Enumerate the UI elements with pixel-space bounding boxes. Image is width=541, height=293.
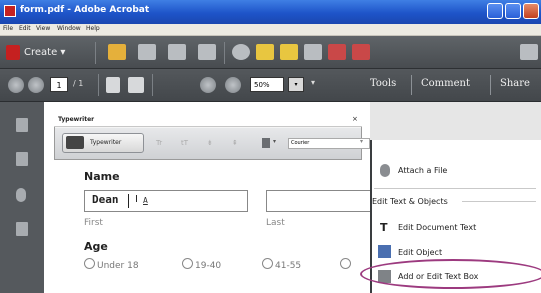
tools-panel-header — [370, 102, 541, 140]
comment-tab[interactable]: Comment — [421, 78, 470, 89]
zoom-level-input[interactable]: 50% — [250, 77, 284, 92]
tools-tab[interactable]: Tools — [370, 78, 396, 89]
acrobat-app-icon — [4, 5, 16, 17]
highlight-oval — [360, 259, 541, 289]
menu-bar — [0, 24, 541, 36]
toolbar-divider — [490, 75, 491, 95]
attachments-paperclip-icon[interactable] — [16, 188, 26, 202]
menu-view[interactable]: View — [36, 25, 50, 32]
window-title: form.pdf - Adobe Acrobat — [20, 5, 150, 15]
create-pdf-icon — [6, 44, 20, 60]
toolbar-divider — [411, 75, 412, 95]
radio-icon — [340, 258, 351, 269]
toolbar-divider — [152, 74, 153, 96]
combine-pdf-icon[interactable] — [352, 44, 370, 60]
open-folder-icon[interactable] — [108, 44, 126, 60]
font-selector[interactable]: Courier — [288, 138, 370, 149]
age-radio-under-18[interactable]: Under 18 — [84, 258, 139, 271]
first-hint: First — [84, 218, 103, 228]
zoom-dropdown-icon[interactable]: ▾ — [288, 77, 304, 92]
increase-text-size-icon: tT — [181, 139, 189, 147]
menu-window[interactable]: Window — [57, 25, 81, 32]
text-color-icon[interactable] — [262, 138, 270, 148]
radio-icon — [84, 258, 95, 269]
name-label: Name — [84, 170, 120, 183]
toolbar-divider — [224, 42, 225, 64]
comment-bubble-icon[interactable] — [256, 44, 274, 60]
typewriter-text-insert: A — [143, 196, 148, 205]
page-thumbnails-icon[interactable] — [16, 118, 28, 132]
typewriter-button-label: Typewriter — [90, 139, 122, 146]
toolbar-options-icon[interactable]: ▾ — [311, 78, 315, 87]
print-icon[interactable] — [168, 44, 186, 60]
settings-gear-icon[interactable] — [232, 44, 250, 60]
edit-text-objects-heading[interactable]: Edit Text & Objects — [372, 197, 448, 206]
minimize-button[interactable] — [487, 3, 503, 19]
title-bar-content: form.pdf - Adobe Acrobat — [0, 0, 541, 24]
typewriter-toolbar-title: Typewriter — [58, 116, 95, 123]
select-cursor-icon[interactable] — [106, 77, 120, 93]
age-option-label: 41-55 — [275, 261, 302, 271]
page-number-input[interactable]: 1 — [50, 77, 68, 92]
edit-object-icon — [378, 245, 391, 258]
menu-file[interactable]: File — [3, 25, 13, 32]
stamp-icon[interactable] — [304, 44, 322, 60]
export-pdf-icon[interactable] — [328, 44, 346, 60]
previous-page-button[interactable] — [8, 77, 24, 93]
next-page-button[interactable] — [28, 77, 44, 93]
ibeam-cursor-icon: I — [135, 194, 138, 205]
toolbar-divider — [95, 42, 96, 64]
email-icon[interactable] — [198, 44, 216, 60]
decrease-line-spacing-icon: ⇟ — [207, 139, 213, 147]
last-hint: Last — [266, 218, 285, 228]
first-name-value: Dean — [92, 193, 119, 206]
age-option-label: Under 18 — [97, 261, 139, 271]
text-cursor — [128, 194, 129, 208]
chevron-down-icon: ▾ — [57, 47, 66, 58]
menu-edit[interactable]: Edit — [19, 25, 31, 32]
age-radio-41-55[interactable]: 41-55 — [262, 258, 301, 271]
bookmarks-icon[interactable] — [16, 152, 28, 166]
save-icon[interactable] — [138, 44, 156, 60]
edit-document-text-item[interactable]: Edit Document Text — [398, 223, 476, 232]
menu-help[interactable]: Help — [86, 25, 100, 32]
radio-icon — [182, 258, 193, 269]
age-radio-19-40[interactable]: 19-40 — [182, 258, 221, 271]
page-total: / 1 — [73, 79, 84, 88]
zoom-in-button[interactable] — [225, 77, 241, 93]
sticky-note-icon[interactable] — [280, 44, 298, 60]
increase-line-spacing-icon: ⇞ — [232, 139, 238, 147]
share-tab[interactable]: Share — [500, 78, 530, 89]
decrease-text-size-icon: Tr — [156, 139, 163, 147]
hand-tool-icon[interactable] — [128, 77, 144, 93]
age-label: Age — [84, 240, 108, 253]
toolbar-divider — [98, 74, 99, 96]
radio-icon — [262, 258, 273, 269]
expand-icon[interactable] — [520, 44, 538, 60]
last-name-field[interactable] — [266, 190, 376, 212]
typewriter-icon — [66, 136, 84, 149]
typewriter-toolbar-header[interactable] — [54, 115, 362, 127]
attach-paperclip-icon — [380, 164, 390, 177]
maximize-button[interactable] — [505, 3, 521, 19]
attach-file-item[interactable]: Attach a File — [398, 166, 447, 175]
edit-object-item[interactable]: Edit Object — [398, 248, 442, 257]
panel-divider — [462, 201, 536, 202]
font-dropdown-icon[interactable]: ▾ — [360, 138, 363, 145]
chevron-down-icon[interactable]: ▾ — [273, 138, 276, 145]
age-option-label: 19-40 — [195, 261, 222, 271]
close-button[interactable] — [523, 3, 539, 19]
signatures-icon[interactable] — [16, 222, 28, 236]
create-label: Create — [24, 47, 58, 58]
zoom-out-button[interactable] — [200, 77, 216, 93]
edit-text-cursor-icon: T — [380, 221, 388, 234]
panel-divider — [374, 188, 536, 189]
age-radio-next[interactable] — [340, 258, 353, 271]
close-icon[interactable]: × — [352, 115, 358, 123]
create-button[interactable]: Create ▾ — [6, 44, 65, 62]
